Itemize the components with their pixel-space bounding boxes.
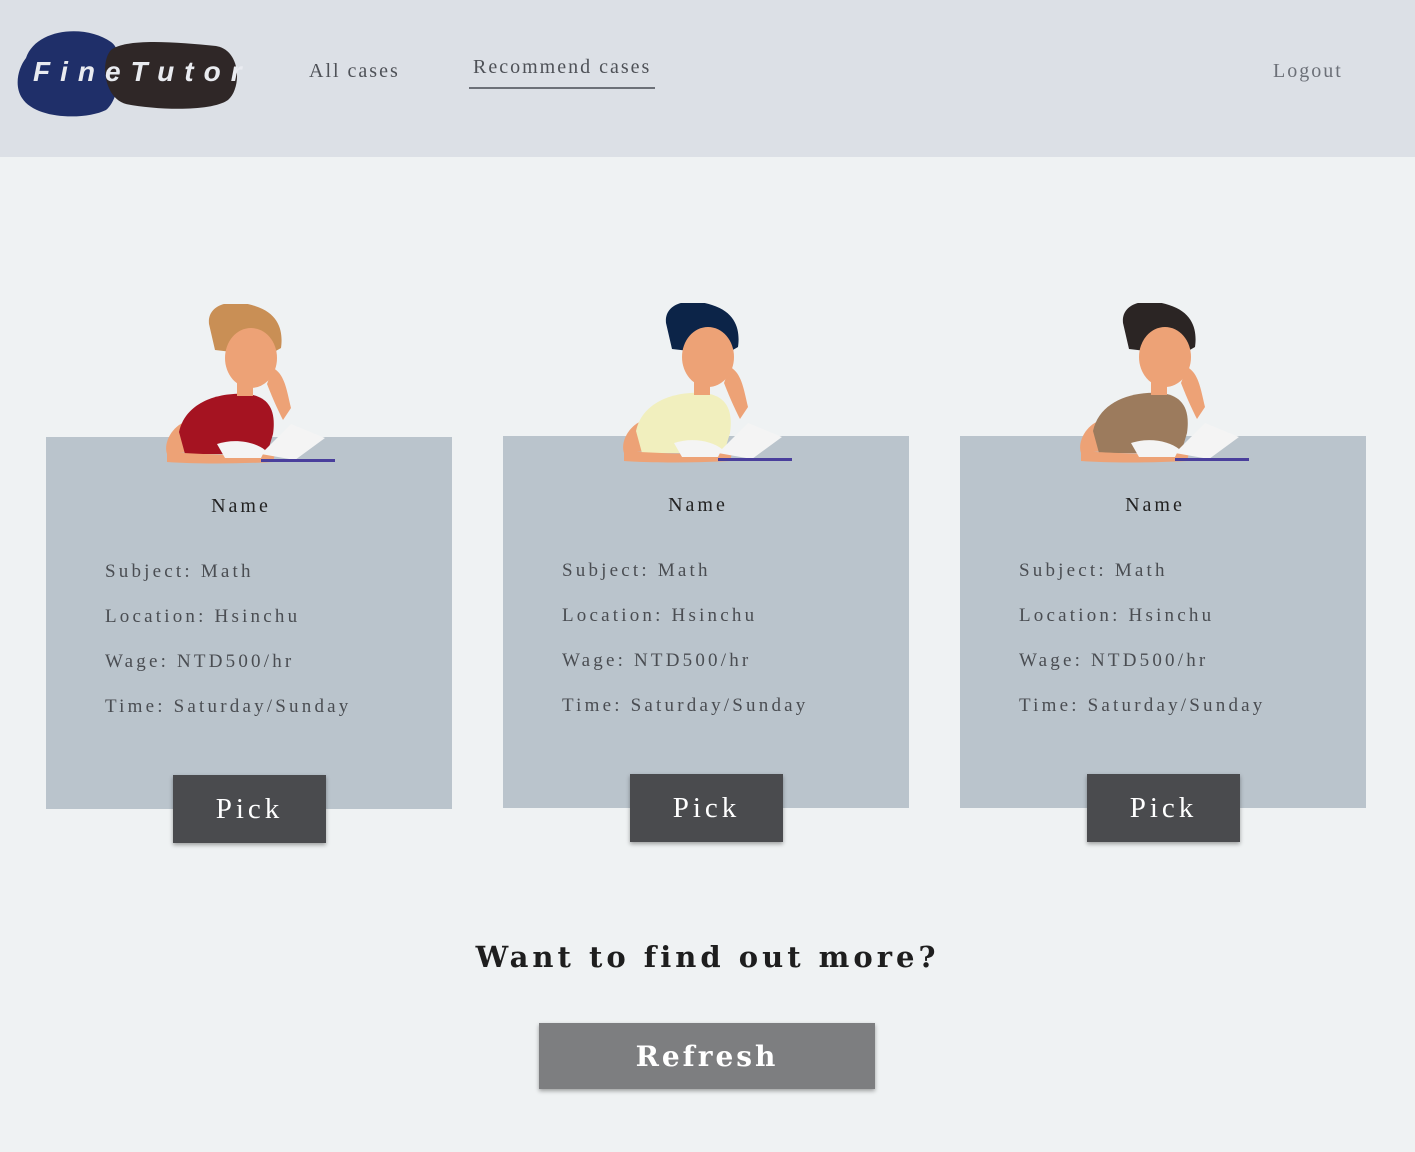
case-subject: Subject: Math: [562, 560, 711, 581]
case-location: Location: Hsinchu: [562, 605, 758, 626]
case-card: Name Subject: Math Location: Hsinchu Wag…: [46, 437, 452, 809]
case-card: Name Subject: Math Location: Hsinchu Wag…: [960, 436, 1366, 808]
nav-all-cases[interactable]: All cases: [309, 60, 400, 83]
case-name: Name: [211, 495, 271, 517]
case-name: Name: [668, 494, 728, 516]
finetutor-logo[interactable]: FineTutor: [16, 28, 252, 118]
pick-button[interactable]: Pick: [173, 775, 326, 843]
top-header: FineTutor All cases Recommend cases Logo…: [0, 0, 1415, 157]
case-card: Name Subject: Math Location: Hsinchu Wag…: [503, 436, 909, 808]
refresh-button[interactable]: Refresh: [539, 1023, 875, 1089]
pick-button[interactable]: Pick: [630, 774, 783, 842]
student-reading-avatar: [1080, 303, 1249, 463]
find-more-prompt: Want to find out more?: [475, 940, 940, 974]
case-subject: Subject: Math: [1019, 560, 1168, 581]
case-subject: Subject: Math: [105, 561, 254, 582]
student-reading-avatar: [623, 303, 792, 463]
case-location: Location: Hsinchu: [1019, 605, 1215, 626]
case-wage: Wage: NTD500/hr: [562, 650, 752, 671]
case-wage: Wage: NTD500/hr: [1019, 650, 1209, 671]
logo-wordmark: FineTutor: [33, 56, 252, 87]
case-location: Location: Hsinchu: [105, 606, 301, 627]
pick-button[interactable]: Pick: [1087, 774, 1240, 842]
case-time: Time: Saturday/Sunday: [562, 695, 809, 716]
case-name: Name: [1125, 494, 1185, 516]
case-wage: Wage: NTD500/hr: [105, 651, 295, 672]
student-reading-avatar: [166, 304, 335, 464]
case-time: Time: Saturday/Sunday: [1019, 695, 1266, 716]
case-time: Time: Saturday/Sunday: [105, 696, 352, 717]
nav-logout[interactable]: Logout: [1273, 60, 1343, 83]
nav-recommend-cases[interactable]: Recommend cases: [469, 56, 656, 89]
